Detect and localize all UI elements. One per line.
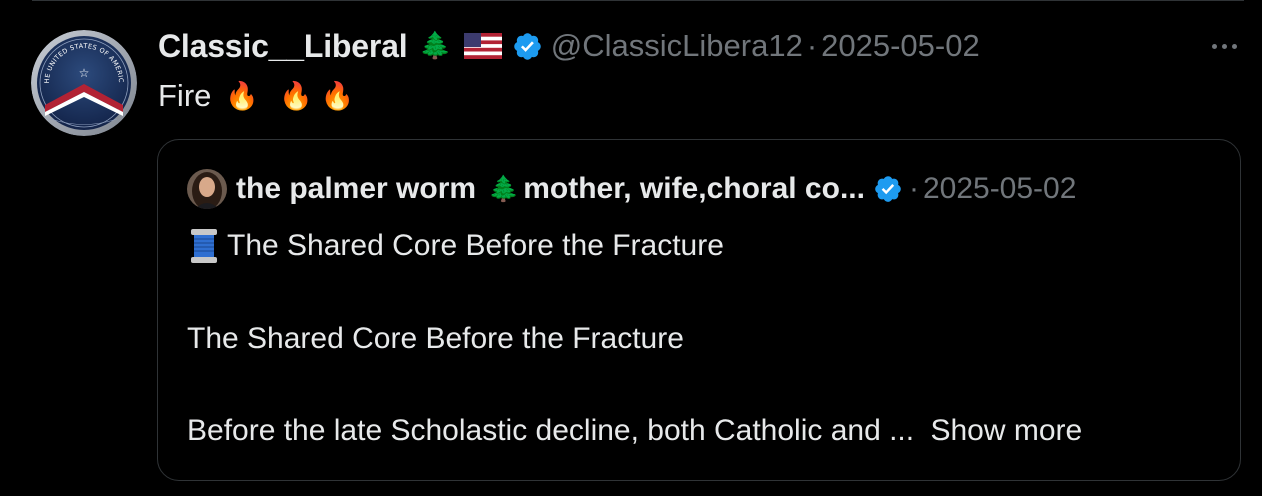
svg-text:☆: ☆	[79, 66, 90, 80]
post-text-content: Fire	[158, 78, 212, 113]
fire-emoji: 🔥	[225, 81, 260, 112]
quote-paragraph-1: The Shared Core Before the Fracture	[187, 322, 684, 355]
display-name[interactable]: Classic__Liberal	[158, 28, 408, 65]
quote-title-text: The Shared Core Before the Fracture	[227, 229, 724, 262]
quote-bio-name[interactable]: mother, wife,choral co...	[523, 172, 865, 206]
top-divider	[32, 0, 1244, 1]
handle[interactable]: @ClassicLibera12	[551, 28, 803, 64]
avatar[interactable]: THE UNITED STATES OF AMERICA ☆	[31, 30, 137, 136]
quote-avatar[interactable]	[187, 169, 227, 209]
tree-emoji: 🌲	[488, 174, 520, 203]
post-header: Classic__Liberal 🌲 @ClassicLibera12 · 20…	[158, 24, 980, 68]
verified-badge-icon[interactable]	[512, 31, 543, 62]
separator-dot: ·	[908, 172, 919, 205]
quote-title: The Shared Core Before the Fracture	[187, 226, 724, 266]
quote-paragraph-2-text: Before the late Scholastic decline, both…	[187, 414, 915, 447]
quote-paragraph-2: Before the late Scholastic decline, both…	[187, 414, 1082, 448]
show-more-link[interactable]: Show more	[930, 414, 1082, 447]
thread-emoji	[187, 227, 221, 265]
fire-emoji: 🔥	[320, 81, 355, 112]
us-flag-icon	[463, 33, 502, 59]
us-flag-emoji	[463, 33, 502, 59]
more-options-icon[interactable]	[1205, 34, 1243, 58]
quote-display-name[interactable]: the palmer worm	[236, 172, 476, 206]
separator-dot: ·	[806, 28, 818, 63]
tree-emoji: 🌲	[419, 31, 452, 61]
quote-header: the palmer worm 🌲 mother, wife,choral co…	[187, 168, 1076, 210]
quote-date[interactable]: 2025-05-02	[923, 172, 1076, 206]
thread-spool-icon	[191, 229, 217, 263]
quoted-post-card[interactable]: the palmer worm 🌲 mother, wife,choral co…	[157, 139, 1241, 481]
quote-avatar-photo	[187, 169, 227, 209]
avatar-seal-image: THE UNITED STATES OF AMERICA ☆	[31, 30, 137, 136]
verified-badge-icon[interactable]	[873, 174, 903, 204]
post-text: Fire 🔥 🔥 🔥	[158, 74, 354, 118]
fire-emoji: 🔥	[279, 81, 313, 112]
post-date[interactable]: 2025-05-02	[821, 28, 980, 64]
